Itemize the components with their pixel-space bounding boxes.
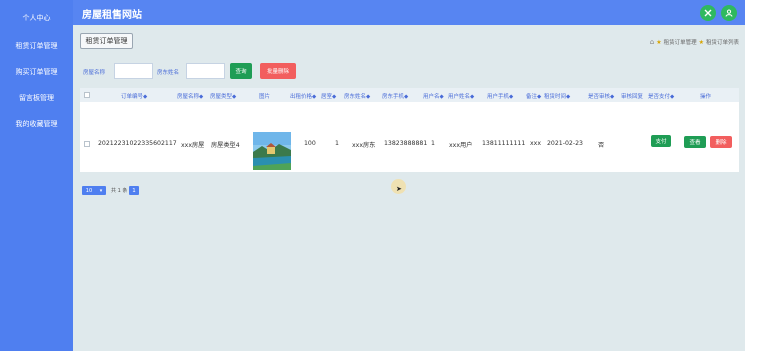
col-user-name[interactable]: 用户姓名◆ [448, 92, 474, 100]
house-image[interactable] [253, 132, 291, 170]
cell-house-type: 房屋类型4 [211, 142, 240, 149]
page-size-value: 10 [85, 187, 93, 194]
sidebar-item-label: 留言板管理 [19, 94, 54, 102]
select-all-checkbox[interactable] [84, 92, 90, 98]
cell-rent-date: 2021-02-23 [547, 140, 583, 147]
cell-user-phone: 13811111111 [482, 140, 526, 147]
col-image: 图片 [259, 94, 271, 100]
cell-user-name: xxx用户 [449, 142, 473, 149]
star-icon: ★ [698, 38, 704, 46]
breadcrumb: ⌂ ★ 租赁订单管理 ★ 租赁订单列表 [650, 38, 739, 46]
col-actions: 操作 [700, 94, 712, 100]
row-checkbox[interactable] [84, 141, 90, 147]
breadcrumb-item: 租赁订单列表 [705, 40, 739, 46]
total-count: 共 1 条 [111, 188, 128, 194]
sidebar-item-favorites[interactable]: 我的收藏管理 [0, 111, 73, 137]
top-bar: 房屋租售网站 [73, 0, 745, 25]
query-button[interactable]: 查询 [230, 63, 252, 79]
tab-rental-orders[interactable]: 租赁订单管理 [80, 33, 133, 49]
table-header: 订单编号◆ 房屋名称◆ 房屋类型◆ 图片 出租价格◆ 居室◆ 房东姓名◆ 房东手… [80, 88, 739, 102]
cell-house-name: xxx房屋 [181, 142, 205, 149]
star-icon: ★ [656, 38, 662, 46]
sidebar-item-label: 个人中心 [22, 14, 51, 22]
col-rooms[interactable]: 居室◆ [321, 92, 336, 100]
sidebar-item-label: 我的收藏管理 [15, 120, 58, 128]
house-name-label: 房屋名称 [83, 70, 106, 76]
home-icon[interactable]: ⌂ [650, 38, 654, 46]
col-rent-date[interactable]: 租赁时间◆ [544, 92, 570, 100]
house-name-input[interactable] [114, 63, 153, 79]
cell-owner-phone: 13823888881 [384, 140, 428, 147]
col-order-no[interactable]: 订单编号◆ [121, 92, 147, 100]
orders-table: 订单编号◆ 房屋名称◆ 房屋类型◆ 图片 出租价格◆ 居室◆ 房东姓名◆ 房东手… [80, 88, 739, 172]
user-icon[interactable] [721, 5, 737, 21]
page-size-select[interactable]: 10 ▾ [82, 186, 106, 195]
col-user-phone[interactable]: 用户手机◆ [487, 92, 513, 100]
pay-button[interactable]: 支付 [651, 135, 671, 147]
sidebar-item-profile[interactable]: 个人中心 [0, 5, 73, 31]
batch-delete-button[interactable]: 批量删除 [260, 63, 296, 79]
col-username[interactable]: 用户名◆ [423, 92, 444, 100]
cell-reviewed: 否 [598, 142, 605, 149]
site-title: 房屋租售网站 [82, 10, 142, 21]
sidebar-item-rental-orders[interactable]: 租赁订单管理 [0, 33, 73, 59]
cell-username: 1 [431, 140, 435, 147]
app-window: 个人中心 租赁订单管理 购买订单管理 留言板管理 我的收藏管理 房屋租售网站 租… [0, 0, 745, 351]
col-price[interactable]: 出租价格◆ [290, 92, 316, 100]
cell-owner-name: xxx房东 [352, 142, 376, 149]
cell-rooms: 1 [335, 140, 339, 147]
owner-name-input[interactable] [186, 63, 225, 79]
main-content: 租赁订单管理 ⌂ ★ 租赁订单管理 ★ 租赁订单列表 房屋名称 房东姓名 查询 … [73, 25, 745, 351]
mouse-pointer-icon: ➤ [396, 185, 402, 193]
sidebar-item-purchase-orders[interactable]: 购买订单管理 [0, 59, 73, 85]
col-owner-name[interactable]: 房东姓名◆ [344, 92, 370, 100]
page-number-current[interactable]: 1 [129, 186, 139, 195]
sidebar: 个人中心 租赁订单管理 购买订单管理 留言板管理 我的收藏管理 [0, 0, 73, 351]
col-house-name[interactable]: 房屋名称◆ [177, 92, 203, 100]
col-paid[interactable]: 是否支付◆ [648, 92, 674, 100]
col-owner-phone[interactable]: 房东手机◆ [382, 92, 408, 100]
col-remark[interactable]: 备注◆ [526, 92, 541, 100]
view-button[interactable]: 查看 [684, 136, 706, 148]
col-house-type[interactable]: 房屋类型◆ [210, 92, 236, 100]
cell-price: 100 [304, 140, 316, 147]
owner-name-label: 房东姓名 [157, 70, 180, 76]
chevron-down-icon: ▾ [99, 187, 103, 194]
col-review-reply: 审核回复 [621, 94, 644, 100]
sidebar-item-label: 租赁订单管理 [15, 42, 58, 50]
cell-order-no: 20212231022335602117 [98, 140, 177, 147]
col-reviewed[interactable]: 是否审核◆ [588, 92, 614, 100]
cell-remark: xxx [530, 140, 541, 147]
breadcrumb-item[interactable]: 租赁订单管理 [664, 38, 697, 46]
sidebar-item-messages[interactable]: 留言板管理 [0, 85, 73, 111]
sidebar-item-label: 购买订单管理 [15, 68, 58, 76]
delete-button[interactable]: 删除 [710, 136, 732, 148]
expand-icon[interactable] [700, 5, 716, 21]
